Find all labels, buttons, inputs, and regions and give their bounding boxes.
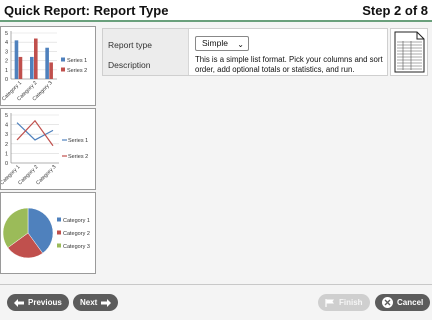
y-tick-label: 0	[5, 161, 8, 167]
legend-label: Category 1	[63, 218, 90, 224]
cancel-button[interactable]: Cancel	[375, 294, 431, 311]
simple-list-document-icon	[390, 28, 428, 76]
bar	[34, 38, 38, 79]
legend-label: Series 2	[68, 154, 88, 160]
wizard-footer: Previous Next Finish Cancel	[0, 284, 432, 320]
legend-swatch	[61, 67, 65, 72]
bar	[18, 56, 23, 79]
y-tick-label: 0	[5, 77, 8, 83]
x-tick-label: Category 3	[35, 164, 57, 186]
bar	[49, 62, 53, 79]
y-tick-label: 1	[5, 68, 8, 74]
previous-label: Previous	[28, 298, 62, 307]
y-tick-label: 2	[5, 59, 8, 65]
y-tick-label: 5	[5, 31, 8, 37]
header-bar: Quick Report: Report Type Step 2 of 8	[0, 0, 432, 22]
legend-label: Series 1	[68, 138, 88, 144]
y-tick-label: 4	[5, 123, 8, 129]
pie-chart-thumbnail[interactable]: Category 1 Category 2 Category 3	[0, 192, 96, 274]
next-button[interactable]: Next	[73, 294, 119, 311]
legend-label: Category 3	[63, 244, 90, 250]
y-tick-label: 2	[5, 142, 8, 148]
legend-label: Series 2	[67, 68, 87, 74]
bar	[45, 47, 49, 79]
line-chart-thumbnail[interactable]: 0 1 2 3 4 5 Category 1 Category 2 Category 3 Seri…	[0, 108, 96, 190]
next-label: Next	[80, 298, 98, 307]
step-indicator: Step 2 of 8	[362, 3, 428, 18]
report-type-thumbnails: 0 1 2 3 4 5 Category 1 Category 2 Category 3 Seri…	[0, 26, 96, 276]
legend-swatch	[61, 57, 65, 62]
report-type-select[interactable]: Simple ⌄	[195, 36, 249, 51]
close-icon	[382, 297, 393, 308]
y-tick-label: 5	[5, 113, 8, 119]
legend-swatch	[57, 243, 61, 248]
legend-swatch	[57, 217, 61, 222]
page-title: Quick Report: Report Type	[4, 3, 169, 18]
finish-label: Finish	[339, 298, 363, 307]
bar	[14, 40, 19, 79]
report-type-form: Report type Description Simple ⌄ This is…	[102, 28, 388, 76]
legend-label: Series 1	[67, 58, 87, 64]
bar-chart: 012345Category 1Category 2Category 3Seri…	[1, 31, 87, 102]
y-tick-label: 1	[5, 151, 8, 157]
legend-label: Category 2	[63, 231, 90, 237]
report-type-label: Report type	[108, 40, 152, 50]
finish-button[interactable]: Finish	[318, 294, 370, 311]
description-text: This is a simple list format. Pick your …	[195, 55, 383, 74]
legend-swatch	[57, 230, 61, 235]
line-chart: 012345Category 1Category 2Category 3Seri…	[1, 113, 88, 186]
y-tick-label: 3	[5, 49, 8, 55]
y-tick-label: 4	[5, 40, 8, 46]
y-tick-label: 3	[5, 132, 8, 138]
previous-button[interactable]: Previous	[7, 294, 69, 311]
report-type-value: Simple	[202, 38, 228, 48]
cancel-label: Cancel	[397, 298, 424, 307]
bar	[30, 56, 34, 79]
flag-icon	[325, 298, 334, 307]
main-panel: Report type Description Simple ⌄ This is…	[98, 26, 432, 292]
description-label: Description	[108, 60, 151, 70]
chevron-down-icon: ⌄	[237, 40, 244, 49]
pie-chart: Category 1 Category 2 Category 3	[2, 207, 90, 259]
arrow-right-icon	[101, 298, 112, 307]
bar-chart-thumbnail[interactable]: 0 1 2 3 4 5 Category 1 Category 2 Category 3 Seri…	[0, 26, 96, 106]
arrow-left-icon	[14, 298, 24, 307]
